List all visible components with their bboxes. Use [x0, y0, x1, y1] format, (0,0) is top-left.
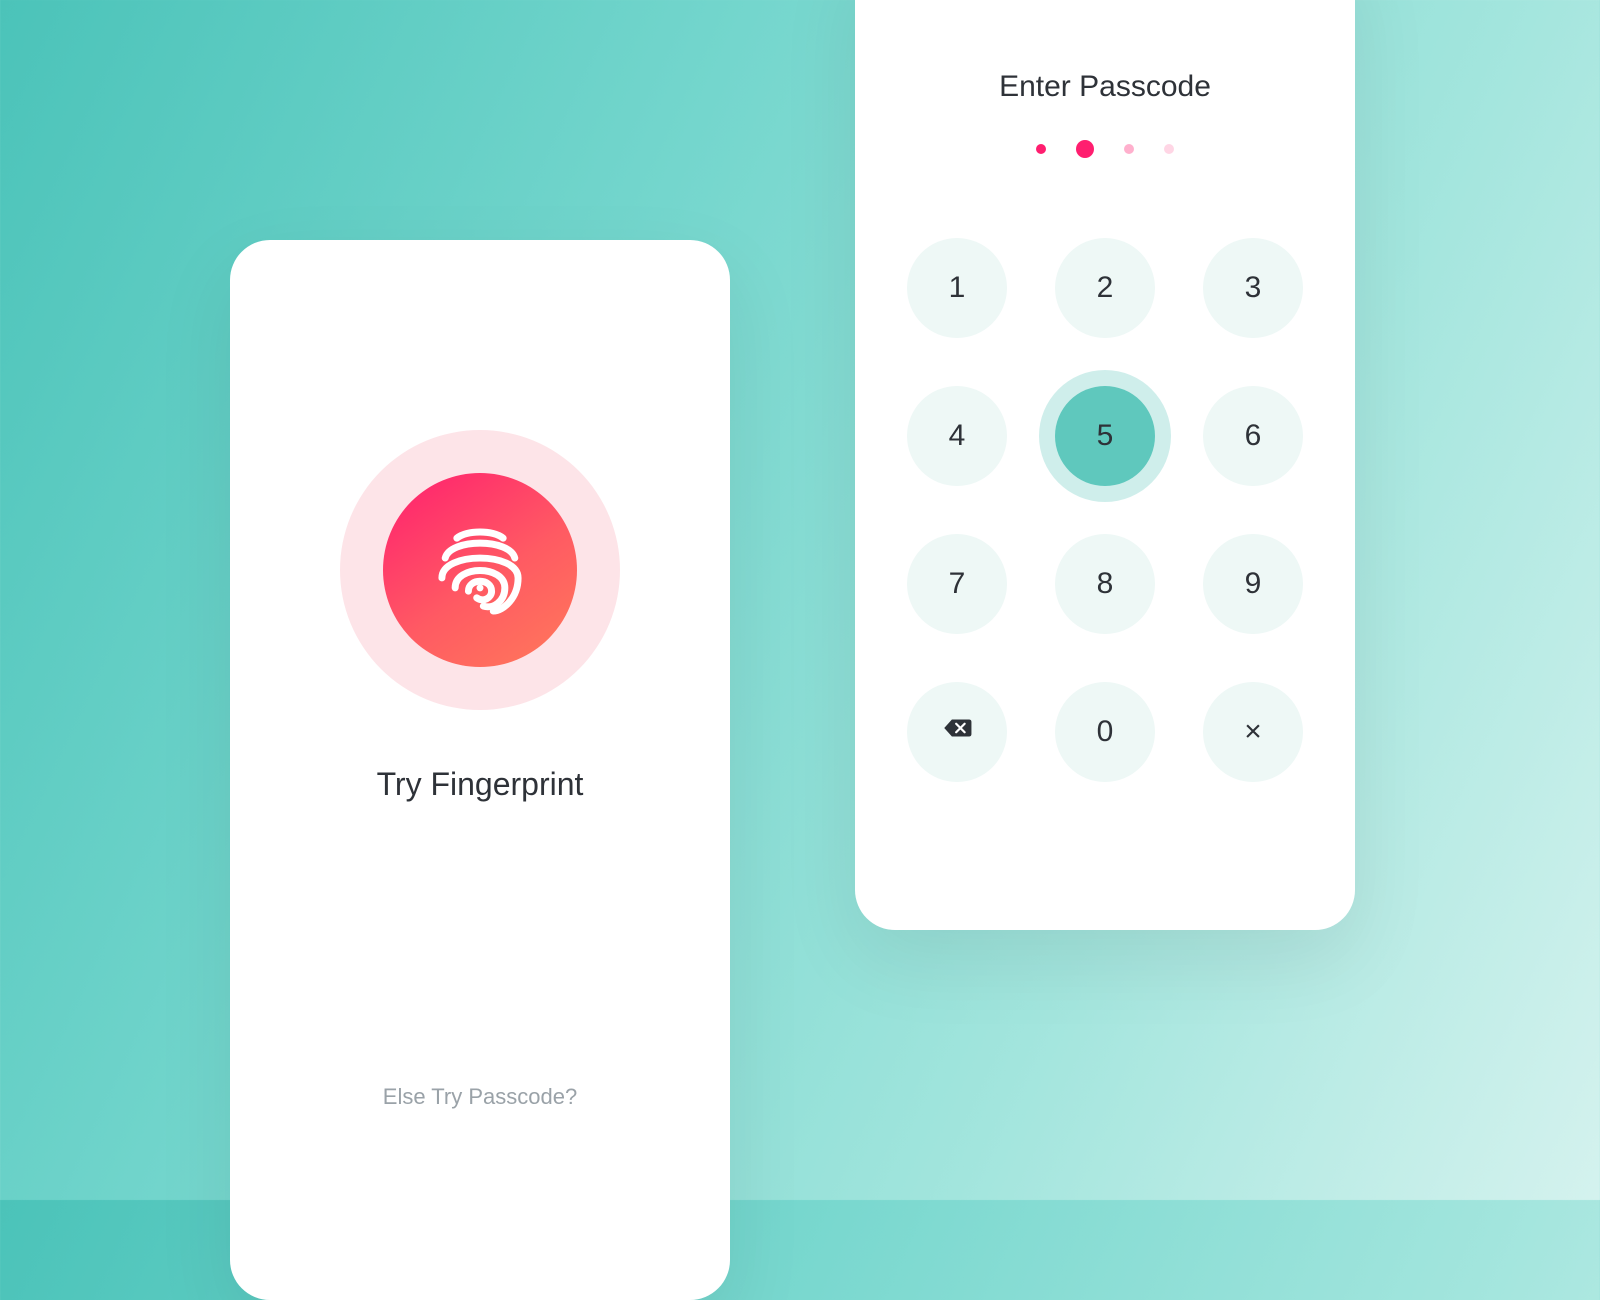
fingerprint-button-halo: [340, 430, 620, 710]
passcode-dot: [1036, 144, 1046, 154]
fingerprint-icon: [427, 515, 533, 626]
passcode-screen: Enter Passcode 1 2 3 4 5 6 7 8 9 0 ×: [855, 0, 1355, 930]
keypad-key-4[interactable]: 4: [907, 386, 1007, 486]
backspace-icon: [940, 711, 974, 753]
keypad-key-cancel[interactable]: ×: [1203, 682, 1303, 782]
keypad-key-7[interactable]: 7: [907, 534, 1007, 634]
fingerprint-screen: Try Fingerprint Else Try Passcode?: [230, 240, 730, 1300]
keypad: 1 2 3 4 5 6 7 8 9 0 ×: [907, 238, 1303, 782]
keypad-key-3[interactable]: 3: [1203, 238, 1303, 338]
fingerprint-button[interactable]: [383, 473, 577, 667]
passcode-progress-dots: [1036, 140, 1174, 158]
keypad-key-8[interactable]: 8: [1055, 534, 1155, 634]
close-icon: ×: [1244, 715, 1262, 749]
keypad-key-9[interactable]: 9: [1203, 534, 1303, 634]
passcode-dot: [1124, 144, 1134, 154]
try-passcode-link[interactable]: Else Try Passcode?: [230, 1084, 730, 1110]
keypad-key-backspace[interactable]: [907, 682, 1007, 782]
keypad-key-6[interactable]: 6: [1203, 386, 1303, 486]
keypad-key-0[interactable]: 0: [1055, 682, 1155, 782]
passcode-title: Enter Passcode: [999, 70, 1211, 104]
fingerprint-title: Try Fingerprint: [377, 766, 584, 803]
keypad-key-2[interactable]: 2: [1055, 238, 1155, 338]
passcode-dot: [1164, 144, 1174, 154]
keypad-key-1[interactable]: 1: [907, 238, 1007, 338]
passcode-dot: [1076, 140, 1094, 158]
keypad-key-5[interactable]: 5: [1055, 386, 1155, 486]
